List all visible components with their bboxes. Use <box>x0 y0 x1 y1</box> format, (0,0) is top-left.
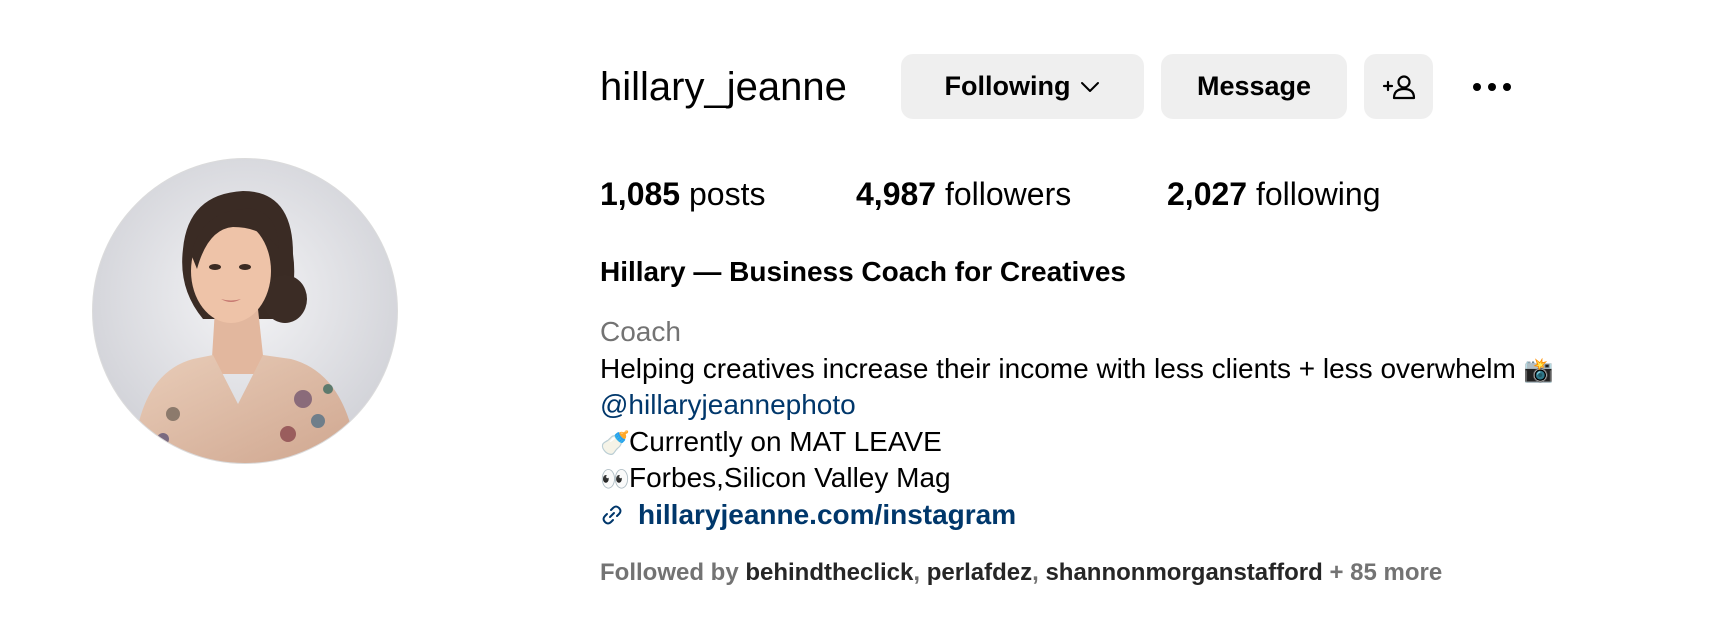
avatar[interactable] <box>92 158 398 464</box>
link-icon <box>602 505 622 525</box>
bio-text: Helping creatives increase their income … <box>600 352 1516 384</box>
bio-line: 🍼Currently on MAT LEAVE <box>600 424 1553 461</box>
person-plus-icon <box>1382 74 1415 99</box>
followers-count: 4,987 <box>856 176 937 212</box>
baby-bottle-icon: 🍼 <box>600 429 630 457</box>
bio-line: @hillaryjeannephoto <box>600 387 1553 424</box>
bio-link-text[interactable]: hillaryjeanne.com/instagram <box>638 497 1016 534</box>
stat-followers[interactable]: 4,987 followers <box>856 174 1071 214</box>
followed-by-more: + 85 more <box>1322 559 1443 586</box>
following-button-label: Following <box>944 71 1071 101</box>
eyes-icon: 👀 <box>600 466 630 493</box>
posts-count: 1,085 <box>600 176 681 212</box>
message-button-label: Message <box>1196 71 1312 101</box>
chevron-down-icon <box>1081 81 1100 92</box>
followed-by-separator: , <box>1032 559 1046 586</box>
stat-posts: 1,085 posts <box>600 174 765 214</box>
avatar-image <box>93 159 397 463</box>
following-label: following <box>1247 176 1381 212</box>
bio-external-link[interactable]: hillaryjeanne.com/instagram <box>600 497 1553 534</box>
suggest-user-button[interactable] <box>1364 54 1433 119</box>
followed-by-user[interactable]: behindtheclick <box>745 559 913 586</box>
profile-category: Coach <box>600 316 681 347</box>
more-options-icon[interactable] <box>1466 64 1518 110</box>
message-button[interactable]: Message <box>1161 54 1347 119</box>
stat-following[interactable]: 2,027 following <box>1167 174 1380 214</box>
more-dot <box>1488 83 1496 91</box>
more-dot <box>1473 83 1481 91</box>
camera-flash-icon: 📸 <box>1523 356 1554 384</box>
posts-label: posts <box>680 176 766 212</box>
bio-line: Helping creatives increase their income … <box>600 351 1554 388</box>
followed-by-prefix: Followed by <box>600 559 746 586</box>
bio-line: 👀Forbes,Silicon Valley Mag <box>600 460 1553 497</box>
following-count: 2,027 <box>1167 176 1248 212</box>
bio-text: Currently on MAT LEAVE <box>629 425 942 457</box>
following-button[interactable]: Following <box>901 54 1144 119</box>
bio-text: Forbes,Silicon Valley Mag <box>629 462 951 493</box>
profile-username: hillary_jeanne <box>600 65 847 109</box>
bio-mention-link[interactable]: @hillaryjeannephoto <box>600 389 856 420</box>
more-dot <box>1503 83 1511 91</box>
profile-full-name: Hillary — Business Coach for Creatives <box>600 256 1126 287</box>
followed-by-user[interactable]: shannonmorganstafford <box>1045 559 1322 586</box>
profile-bio: Coach Helping creatives increase their i… <box>600 314 1554 534</box>
followed-by[interactable]: Followed by behindtheclick, perlafdez, s… <box>600 558 1442 588</box>
followed-by-separator: , <box>913 559 927 586</box>
followers-label: followers <box>936 176 1072 212</box>
followed-by-user[interactable]: perlafdez <box>927 559 1032 586</box>
